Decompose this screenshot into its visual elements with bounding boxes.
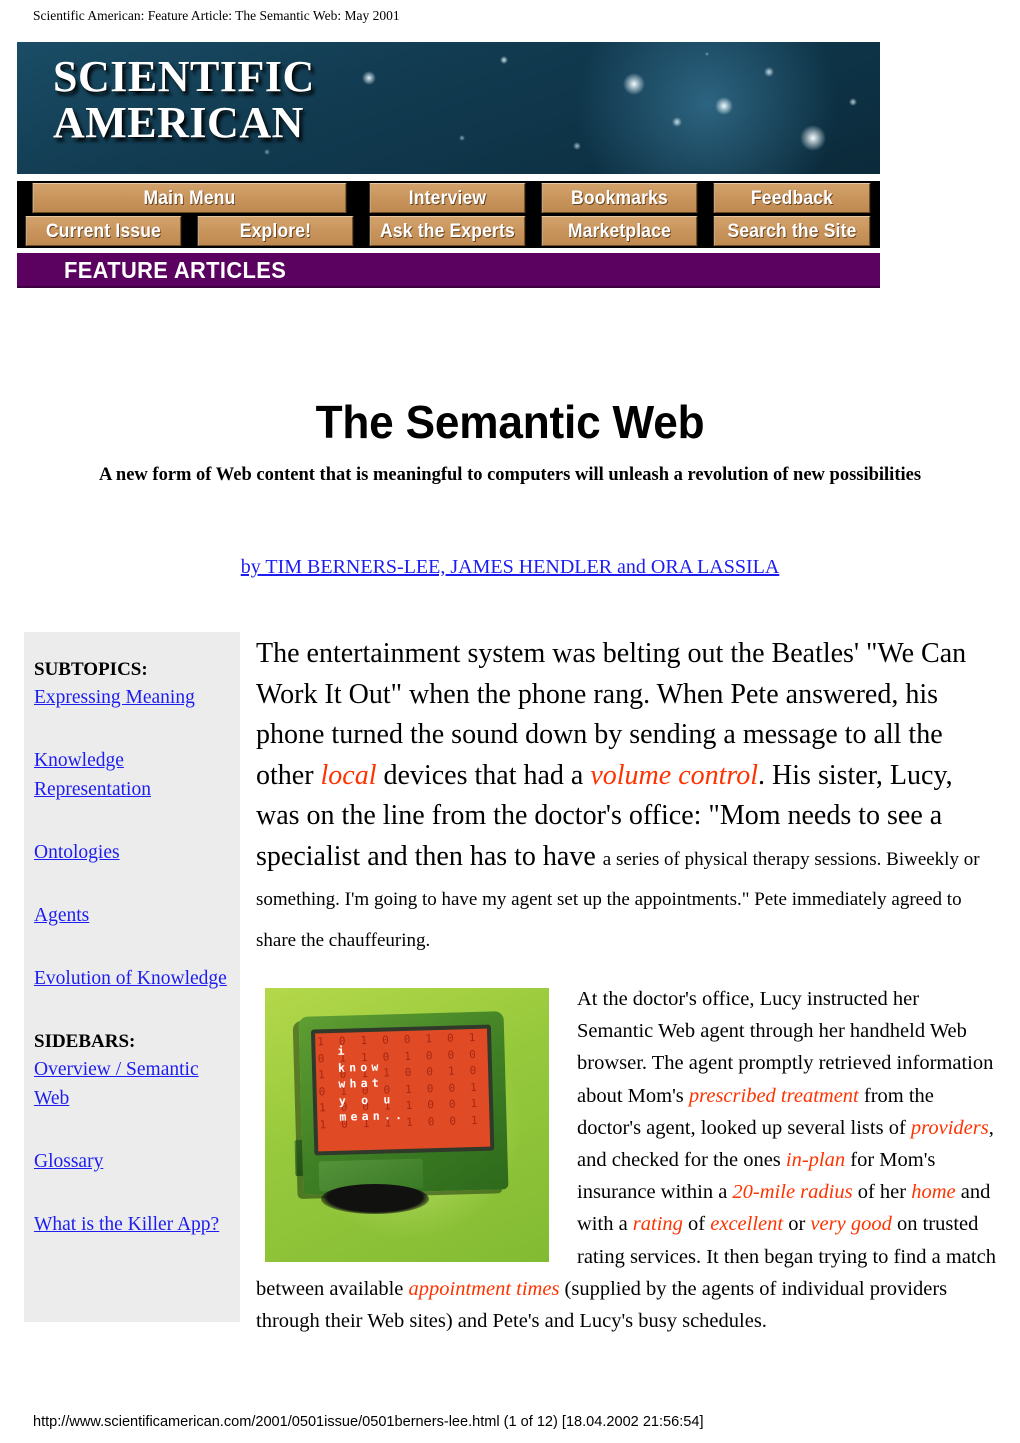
highlight-20-mile-radius: 20-mile radius xyxy=(732,1181,853,1204)
nav-button-feedback[interactable]: Feedback xyxy=(713,183,871,213)
sidebar-item-expressing-meaning[interactable]: Expressing Meaning xyxy=(34,683,230,712)
monitor-bezel: 1 0 1 0 0 1 0 1 1 1 0 1 1 0 1 0 0 0 0 1 … xyxy=(310,1024,495,1156)
nav-button-ask-the-experts[interactable]: Ask the Experts xyxy=(369,216,526,246)
feature-articles-bar: FEATURE ARTICLES xyxy=(17,253,880,288)
logo-line-2: AMERICAN xyxy=(53,98,304,147)
page-header-title: Scientific American: Feature Article: Th… xyxy=(33,8,400,23)
monitor-illustration: 1 0 1 0 0 1 0 1 1 1 0 1 1 0 1 0 0 0 0 1 … xyxy=(265,988,549,1262)
highlight-appointment-times: appointment times xyxy=(408,1277,560,1300)
nav-button-bookmarks[interactable]: Bookmarks xyxy=(541,183,698,213)
nav-button-main-menu[interactable]: Main Menu xyxy=(32,183,347,213)
sidebar-item-overview-semantic-web[interactable]: Overview / Semantic Web xyxy=(34,1055,230,1113)
monitor-base xyxy=(321,1184,429,1214)
screen-message-text: i know what y o u mean.. xyxy=(337,1043,407,1125)
sidebar-item-agents[interactable]: Agents xyxy=(34,901,230,930)
masthead-banner: SCIENTIFIC AMERICAN xyxy=(17,42,880,174)
lede-highlight-volume-control: volume control xyxy=(590,759,759,791)
nav-row-primary: Main Menu Interview Bookmarks Feedback xyxy=(19,183,878,213)
highlight-in-plan: in-plan xyxy=(785,1149,846,1172)
highlight-excellent: excellent xyxy=(710,1213,784,1236)
nav-button-explore[interactable]: Explore! xyxy=(197,216,354,246)
nav-button-marketplace[interactable]: Marketplace xyxy=(541,216,698,246)
site-navigation: Main Menu Interview Bookmarks Feedback C… xyxy=(17,181,880,248)
wrap-text-7: of xyxy=(682,1213,711,1236)
page-title: The Semantic Web xyxy=(315,395,705,448)
scientific-american-logo: SCIENTIFIC AMERICAN xyxy=(53,54,315,146)
highlight-prescribed-treatment: prescribed treatment xyxy=(688,1084,859,1107)
sidebar-sidebars-heading: SIDEBARS: xyxy=(34,1031,136,1052)
nav-row-secondary: Current Issue Explore! Ask the Experts M… xyxy=(19,216,878,246)
wrap-text-5: of her xyxy=(852,1181,912,1204)
highlight-home: home xyxy=(911,1181,956,1204)
article-deck: A new form of Web content that is meanin… xyxy=(98,465,922,485)
lede-highlight-local: local xyxy=(320,759,377,791)
sidebar-item-glossary[interactable]: Glossary xyxy=(34,1147,230,1176)
byline-link[interactable]: by TIM BERNERS-LEE, JAMES HENDLER and OR… xyxy=(241,556,780,578)
sidebar-item-evolution-of-knowledge[interactable]: Evolution of Knowledge xyxy=(34,964,230,993)
nav-button-current-issue[interactable]: Current Issue xyxy=(25,216,182,246)
article-byline: by TIM BERNERS-LEE, JAMES HENDLER and OR… xyxy=(0,553,1020,581)
lede-paragraph: The entertainment system was belting out… xyxy=(256,634,1000,958)
nav-button-search-the-site[interactable]: Search the Site xyxy=(713,216,871,246)
nav-button-interview[interactable]: Interview xyxy=(369,183,526,213)
article-sidebar: SUBTOPICS: Expressing Meaning Knowledge … xyxy=(24,632,240,1322)
page-footer-url: http://www.scientificamerican.com/2001/0… xyxy=(33,1413,704,1430)
sidebar-item-knowledge-representation[interactable]: Knowledge Representation xyxy=(34,746,230,804)
sidebar-item-ontologies[interactable]: Ontologies xyxy=(34,838,230,867)
monitor-screen: 1 0 1 0 0 1 0 1 1 1 0 1 1 0 1 0 0 0 0 1 … xyxy=(315,1028,491,1152)
highlight-very-good: very good xyxy=(810,1213,892,1236)
article-body-lede: The entertainment system was belting out… xyxy=(256,634,1000,958)
sidebar-subtopics-heading: SUBTOPICS: xyxy=(34,659,148,680)
article-figure-and-text: 1 0 1 0 0 1 0 1 1 1 0 1 1 0 1 0 0 0 0 1 … xyxy=(256,983,1000,1337)
logo-line-1: SCIENTIFIC xyxy=(53,52,315,101)
sidebar-item-killer-app[interactable]: What is the Killer App? xyxy=(34,1210,230,1239)
wrap-text-8: or xyxy=(783,1213,811,1236)
lede-text-2: devices that had a xyxy=(376,759,591,791)
feature-articles-label: FEATURE ARTICLES xyxy=(64,257,287,283)
highlight-providers: providers xyxy=(910,1116,989,1139)
highlight-rating: rating xyxy=(632,1213,683,1236)
